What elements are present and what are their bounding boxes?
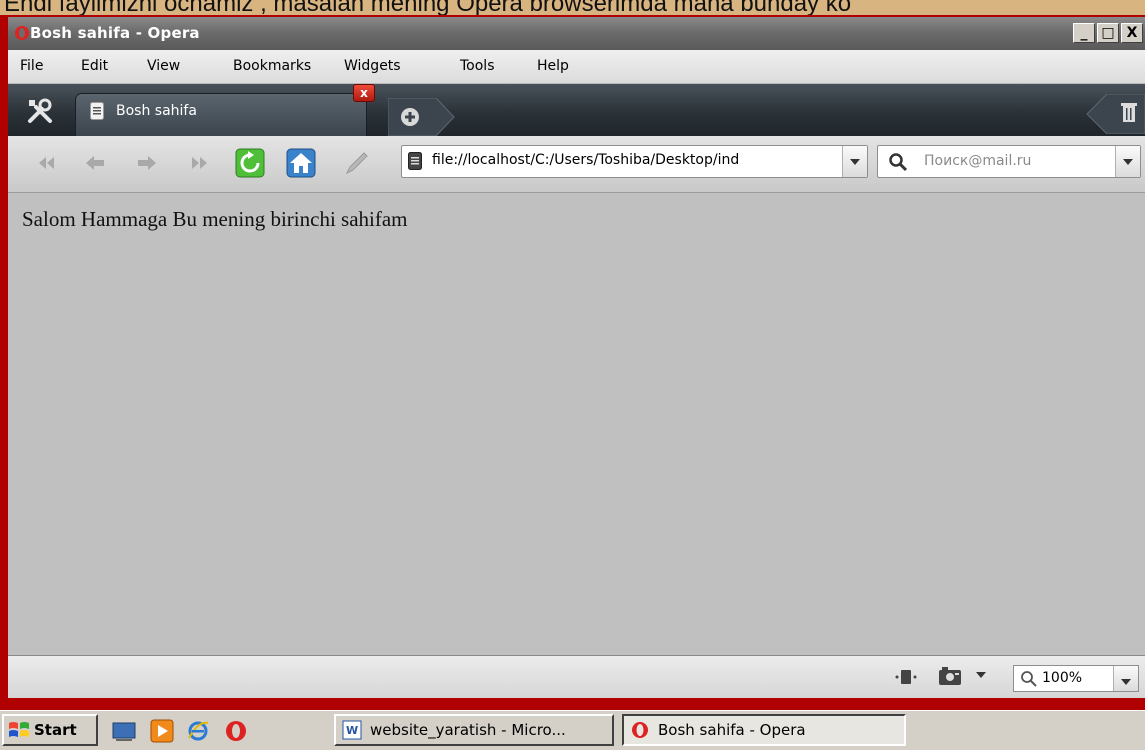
menu-bookmarks[interactable]: Bookmarks (233, 58, 311, 74)
window-controls: _ □ X (1073, 23, 1143, 43)
search-field[interactable]: Поиск@mail.ru (877, 145, 1141, 178)
search-placeholder: Поиск@mail.ru (924, 153, 1032, 169)
page-text: Salom Hammaga Bu mening birinchi sahifam (22, 207, 408, 231)
media-player-icon[interactable] (150, 719, 174, 743)
opera-window: Bosh sahifa - Opera _ □ X File Edit View… (8, 17, 1145, 698)
taskbar-item-label: website_yaratish - Micro... (370, 721, 566, 739)
page-info-icon[interactable] (894, 668, 918, 686)
menu-tools[interactable]: Tools (460, 58, 495, 74)
menu-widgets[interactable]: Widgets (344, 58, 401, 74)
fast-forward-icon[interactable] (184, 148, 214, 178)
tools-icon[interactable] (26, 97, 54, 125)
menu-view[interactable]: View (147, 58, 180, 74)
rewind-icon[interactable] (32, 148, 62, 178)
show-desktop-icon[interactable] (112, 719, 136, 743)
title-bar[interactable]: Bosh sahifa - Opera _ □ X (8, 17, 1145, 50)
address-bar[interactable]: file://localhost/C:/Users/Toshiba/Deskto… (401, 145, 868, 178)
svg-text:W: W (346, 724, 358, 737)
start-button[interactable]: Start (2, 714, 98, 746)
window-title: Bosh sahifa - Opera (30, 24, 200, 42)
menu-bar: File Edit View Bookmarks Widgets Tools H… (8, 50, 1145, 84)
trash-icon[interactable] (1085, 94, 1145, 134)
home-icon[interactable] (286, 148, 316, 178)
windows-logo-icon (9, 722, 29, 737)
page-icon (90, 102, 104, 120)
page-icon (408, 152, 422, 170)
page-content: Salom Hammaga Bu mening birinchi sahifam (8, 193, 1145, 656)
address-dropdown-button[interactable] (842, 146, 867, 177)
tab-close-button[interactable]: x (353, 84, 375, 102)
tab-bosh-sahifa[interactable]: Bosh sahifa (76, 94, 366, 136)
maximize-button[interactable]: □ (1097, 23, 1119, 43)
opera-icon (632, 722, 648, 738)
forward-icon[interactable] (132, 148, 162, 178)
opera-logo-icon (15, 26, 29, 40)
taskbar: Start W website_yaratish - Micro... Bosh… (0, 710, 1145, 750)
taskbar-item-label: Bosh sahifa - Opera (658, 721, 806, 739)
taskbar-item-word[interactable]: W website_yaratish - Micro... (334, 714, 614, 746)
start-label: Start (34, 721, 77, 739)
taskbar-item-opera[interactable]: Bosh sahifa - Opera (622, 714, 906, 746)
camera-icon[interactable] (938, 666, 964, 688)
close-button[interactable]: X (1121, 23, 1143, 43)
tab-bar: Bosh sahifa x (8, 84, 1145, 136)
zoom-value: 100% (1042, 670, 1083, 686)
menu-help[interactable]: Help (537, 58, 569, 74)
new-tab-button[interactable] (388, 98, 458, 136)
zoom-dropdown[interactable] (1113, 666, 1138, 691)
internet-explorer-icon[interactable] (186, 719, 210, 743)
back-icon[interactable] (80, 148, 110, 178)
chevron-down-icon[interactable] (976, 672, 986, 680)
minimize-button[interactable]: _ (1073, 23, 1095, 43)
edit-pen-icon[interactable] (342, 148, 372, 178)
menu-file[interactable]: File (20, 58, 43, 74)
navigation-toolbar: file://localhost/C:/Users/Toshiba/Deskto… (8, 136, 1145, 193)
word-document-icon: W (342, 720, 362, 740)
menu-edit[interactable]: Edit (81, 58, 108, 74)
status-bar: 100% (8, 656, 1145, 698)
address-url: file://localhost/C:/Users/Toshiba/Deskto… (432, 152, 740, 168)
reload-icon[interactable] (235, 148, 265, 178)
opera-icon[interactable] (224, 719, 248, 743)
search-icon (889, 153, 908, 172)
zoom-control[interactable]: 100% (1013, 665, 1139, 692)
zoom-icon (1021, 671, 1037, 687)
search-engine-dropdown[interactable] (1115, 146, 1140, 177)
tab-label: Bosh sahifa (116, 103, 197, 119)
